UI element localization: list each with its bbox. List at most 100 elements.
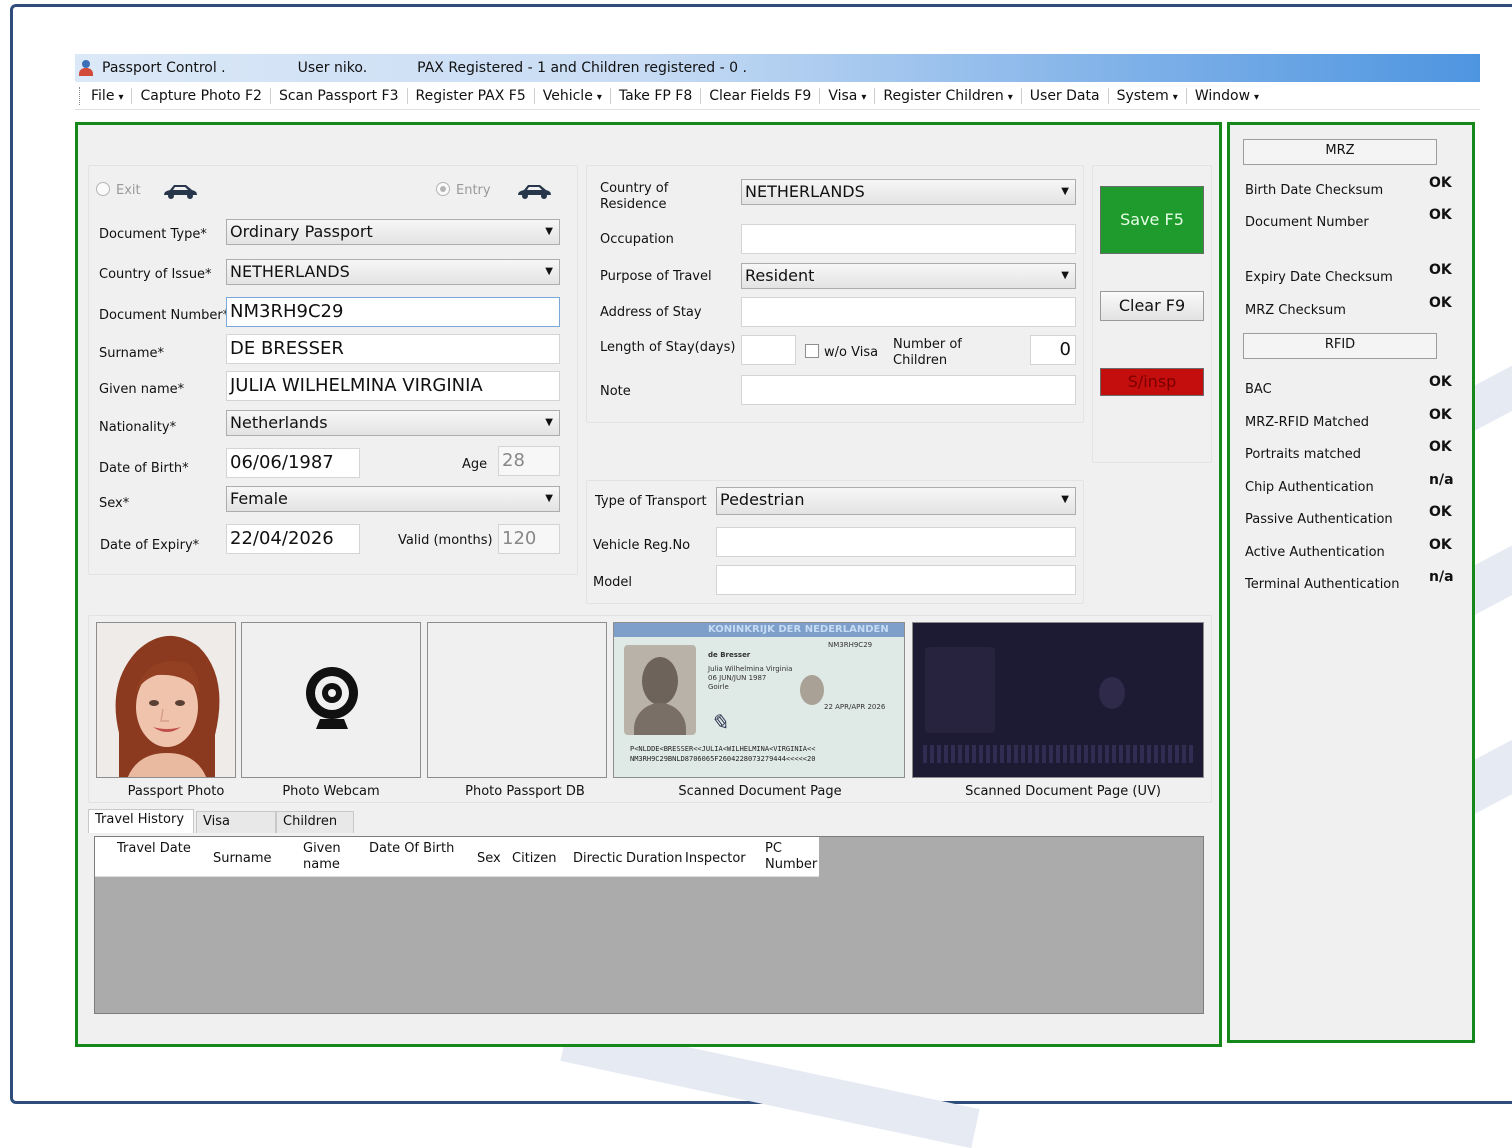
grid-column-header[interactable]: Given name [303,841,363,873]
model-label: Model [593,575,633,590]
check-label: BAC [1245,382,1272,397]
grid-column-header[interactable]: Date Of Birth [369,841,469,857]
nationality-select[interactable]: Netherlands ▼ [226,410,560,436]
scanned-document-page: KONINKRIJK DER NEDERLANDEN NM3RH9C29 de … [613,622,905,778]
verification-panel: MRZ RFID Birth Date Checksum OK Document N… [1227,122,1475,1043]
date-of-expiry-input[interactable]: 22/04/2026 [226,524,360,554]
menu-item[interactable]: Scan Passport F3 [271,87,408,104]
save-button[interactable]: Save F5 [1100,186,1204,254]
vehicle-reg-input[interactable] [716,527,1076,557]
mrz-section-header: MRZ [1243,139,1437,165]
menu-item[interactable]: Take FP F8 [611,87,702,104]
tab-item[interactable]: Travel History [88,809,194,833]
note-input[interactable] [741,375,1076,405]
scan-mrz-line-2: NM3RH9C29BNLD8706065F2604228073279444<<<… [630,755,816,763]
valid-months-label: Valid (months) [398,533,493,548]
age-field: 28 [498,446,560,476]
photo-passport-db [427,622,607,778]
exit-label: Exit [116,183,141,198]
dropdown-arrow-icon: ▼ [1061,494,1069,505]
date-of-birth-input[interactable]: 06/06/1987 [226,448,360,478]
menu-item[interactable]: Register Children ▾ [875,87,1022,104]
menu-item[interactable]: Register PAX F5 [408,87,535,104]
occupation-input[interactable] [741,224,1076,254]
scan-dob: 06 JUN/JUN 1987 [708,674,767,682]
country-of-residence-select[interactable]: NETHERLANDS ▼ [741,179,1076,205]
purpose-of-travel-select[interactable]: Resident ▼ [741,263,1076,289]
tab-item[interactable]: Children [276,811,354,833]
secondary-inspection-button[interactable]: S/insp [1100,368,1204,396]
menu-item-label: Clear Fields F9 [709,87,812,104]
transport-type-select[interactable]: Pedestrian ▼ [716,487,1076,515]
date-of-expiry-label: Date of Expiry* [100,538,200,553]
clear-button[interactable]: Clear F9 [1100,291,1204,321]
address-of-stay-label: Address of Stay [600,305,702,320]
grid-header: Travel Date Surname Given name Date Of Birt… [95,837,819,877]
title-bar: Passport Control . User niko. PAX Regist… [75,54,1480,82]
document-type-value: Ordinary Passport [230,222,373,241]
given-name-input[interactable]: JULIA WILHELMINA VIRGINIA [226,371,560,401]
model-input[interactable] [716,565,1076,595]
grid-column-header[interactable]: Surname [213,851,297,867]
sex-select[interactable]: Female ▼ [226,486,560,512]
grid-column-header[interactable]: Travel Date [117,841,201,857]
check-label: Portraits matched [1245,447,1362,462]
scan-small-portrait [800,675,824,705]
check-label: Passive Authentication [1245,512,1393,527]
menu-item[interactable]: System ▾ [1109,87,1187,104]
grid-column-header[interactable]: Duration [626,851,682,867]
grid-column-header[interactable]: PC Number [765,841,819,873]
number-of-children-label: Number of Children [893,337,962,368]
check-label: Expiry Date Checksum [1245,270,1393,285]
check-status: n/a [1429,472,1454,488]
menu-item[interactable]: Visa ▾ [820,87,876,104]
menu-item[interactable]: Vehicle ▾ [535,87,611,104]
grid-column-header[interactable]: Inspector [685,851,761,867]
grid-column-header[interactable]: Sex [477,851,507,867]
exit-radio[interactable] [96,182,110,196]
vehicle-reg-label: Vehicle Reg.No [593,538,691,553]
scan-portrait [624,645,696,735]
address-of-stay-input[interactable] [741,297,1076,327]
grid-column-header[interactable]: Directic [573,851,625,867]
purpose-of-travel-label: Purpose of Travel [600,269,712,284]
menu-item[interactable]: Window ▾ [1187,88,1267,104]
car-exit-icon [164,185,197,199]
check-status: OK [1429,407,1452,423]
menu-item[interactable]: Capture Photo F2 [132,87,271,104]
scan-doc-number: NM3RH9C29 [828,641,873,649]
menu-item[interactable]: Clear Fields F9 [701,87,821,104]
entry-radio[interactable] [436,182,450,196]
menu-item[interactable]: User Data [1022,87,1109,104]
scan-mrz-line-1: P<NLDDE<BRESSER<<JULIA<WILHELMINA<VIRGIN… [630,745,816,753]
scan-place: Goirle [708,683,729,691]
photo-webcam[interactable] [241,622,421,778]
scan-expiry: 22 APR/APR 2026 [824,703,886,711]
check-status: OK [1429,262,1452,278]
menu-item[interactable]: File ▾ [83,87,133,104]
purpose-of-travel-value: Resident [745,266,815,285]
scanned-document-page-uv-caption: Scanned Document Page (UV) [965,784,1161,799]
app-window: Passport Control . User niko. PAX Regist… [75,54,1480,1049]
document-type-select[interactable]: Ordinary Passport ▼ [226,219,560,245]
travel-history-grid[interactable]: Travel Date Surname Given name Date Of Birt… [94,836,1204,1014]
menu-item-label: User Data [1029,87,1100,104]
grid-column-header[interactable]: Citizen [512,851,568,867]
length-of-stay-label: Length of Stay(days) [600,340,736,355]
scanned-document-page-caption: Scanned Document Page [678,784,842,799]
check-status: OK [1429,504,1452,520]
country-of-residence-label: Country of Residence [600,181,669,212]
photo-webcam-caption: Photo Webcam [282,784,380,799]
check-label: Active Authentication [1245,545,1385,560]
length-of-stay-input[interactable] [741,335,796,365]
check-label: Terminal Authentication [1245,577,1400,592]
surname-input[interactable]: DE BRESSER [226,334,560,364]
wo-visa-checkbox[interactable] [805,344,819,358]
tab-item[interactable]: Visa [196,811,276,833]
menu-item-label: System [1116,87,1169,104]
country-of-issue-select[interactable]: NETHERLANDS ▼ [226,259,560,285]
occupation-label: Occupation [600,232,674,247]
scan-surname: de Bresser [708,651,751,659]
rfid-section-header: RFID [1243,333,1437,359]
document-number-input[interactable]: NM3RH9C29 [226,297,560,327]
